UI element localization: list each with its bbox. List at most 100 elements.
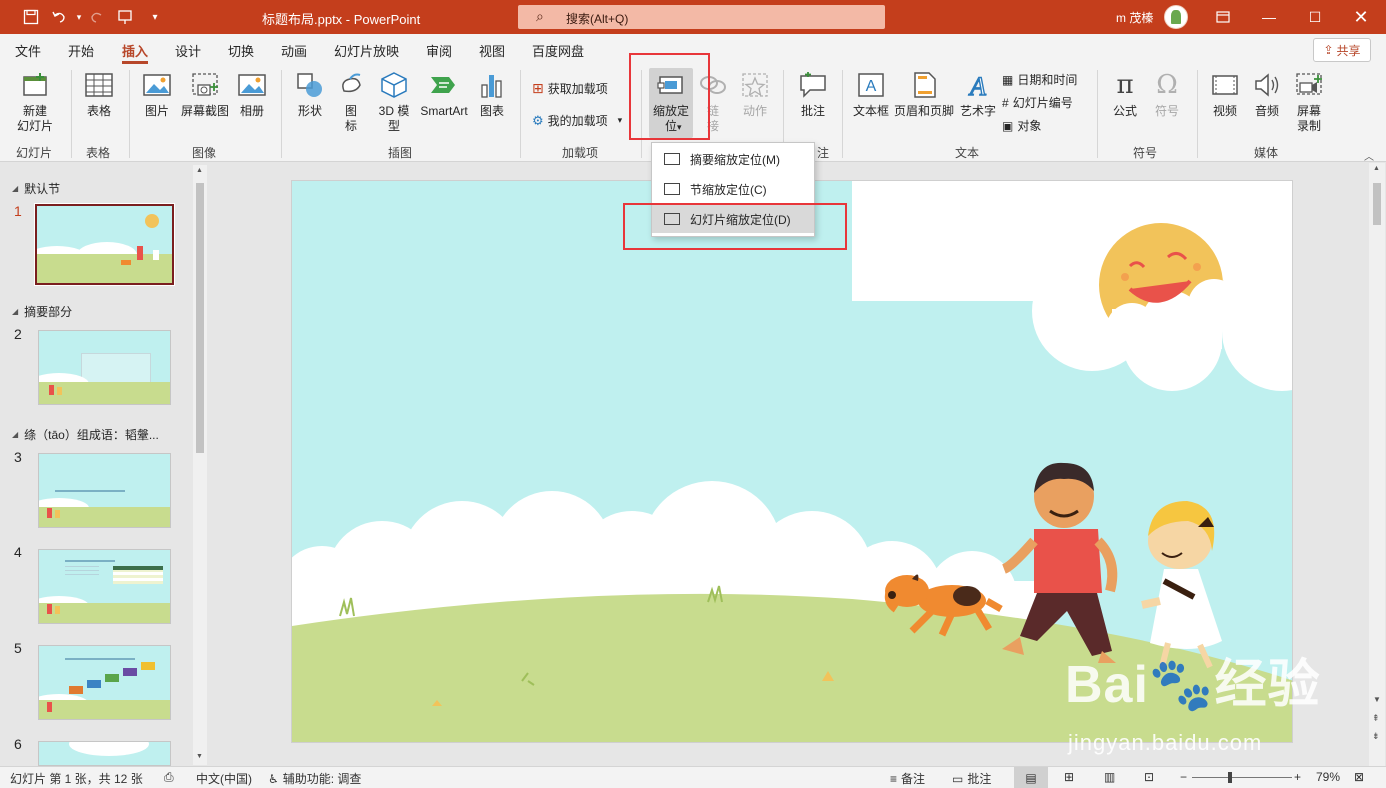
scrollbar-thumb[interactable] <box>196 183 204 453</box>
object-button[interactable]: ▣ 对象 <box>1002 117 1041 134</box>
zoom-level[interactable]: 79% <box>1316 770 1340 784</box>
group-label-symbols: 符号 <box>1133 146 1158 160</box>
zoom-in-button[interactable]: + <box>1294 770 1301 784</box>
slide-thumbnail-5[interactable] <box>38 645 171 720</box>
3d-model-button[interactable]: 3D 模 型 <box>374 70 414 134</box>
tab-slideshow[interactable]: 幻灯片放映 <box>334 41 399 60</box>
slides-pane-scrollbar[interactable]: ▲ ▼ <box>193 165 207 765</box>
window-title: 标题布局.pptx - PowerPoint <box>262 12 421 27</box>
tab-home[interactable]: 开始 <box>68 41 94 60</box>
equation-label: 公式 <box>1112 104 1137 118</box>
tab-file[interactable]: 文件 <box>15 41 41 60</box>
collapse-icon: ◢ <box>12 430 19 439</box>
group-separator <box>520 70 521 158</box>
date-time-button[interactable]: ▦ 日期和时间 <box>1002 71 1077 88</box>
accessibility-status[interactable]: ♿ 辅助功能: 调查 <box>268 770 361 787</box>
group-label-comments: 注 <box>817 146 830 160</box>
redo-icon[interactable] <box>86 6 108 28</box>
zoom-out-button[interactable]: − <box>1180 770 1187 784</box>
maximize-icon[interactable]: ☐ <box>1292 0 1338 34</box>
tab-view[interactable]: 视图 <box>479 41 505 60</box>
avatar[interactable] <box>1164 5 1188 29</box>
slide-sorter-button[interactable]: ⊞ <box>1064 770 1074 784</box>
summary-zoom-label: 摘要缩放定位(M) <box>690 152 780 167</box>
section-third[interactable]: ◢ 绦（tāo）组成语：韬鞶... <box>12 426 159 443</box>
chart-button[interactable]: 图表 <box>476 70 508 119</box>
normal-view-button[interactable]: ▤ <box>1014 767 1048 788</box>
video-button[interactable]: 视频 <box>1208 70 1242 119</box>
slide-number: 2 <box>14 326 22 342</box>
notes-button[interactable]: ≡ 备注 <box>890 770 925 787</box>
group-label-slides: 幻灯片 <box>16 146 53 160</box>
wordart-button[interactable]: A 艺术字 <box>958 70 998 119</box>
tab-baidu-netdisk[interactable]: 百度网盘 <box>532 41 584 60</box>
close-icon[interactable]: ✕ <box>1338 0 1384 34</box>
textbox-button[interactable]: A 文本框 <box>850 70 892 119</box>
tab-insert[interactable]: 插入 <box>122 41 148 60</box>
equation-button[interactable]: π 公式 <box>1108 70 1142 119</box>
tab-animations[interactable]: 动画 <box>281 41 307 60</box>
slide-thumbnail-2[interactable] <box>38 330 171 405</box>
new-slide-label: 新建 幻灯片 <box>16 104 53 133</box>
slide-thumbnail-6[interactable] <box>38 741 171 766</box>
reading-view-button[interactable]: ▥ <box>1104 770 1115 784</box>
audio-button[interactable]: 音频 <box>1250 70 1284 119</box>
scrollbar-thumb[interactable] <box>1373 183 1381 225</box>
spellcheck-icon[interactable]: ⎙ <box>164 770 174 785</box>
share-button[interactable]: ⇪ 共享 <box>1313 38 1371 62</box>
comment-button[interactable]: 批注 <box>796 70 830 119</box>
ribbon-display-icon[interactable] <box>1200 0 1246 34</box>
section-zoom-item[interactable]: 节缩放定位(C) <box>652 175 814 203</box>
search-box[interactable]: ⌕ 搜索(Alt+Q) <box>518 5 885 29</box>
slide-thumbnail-1[interactable] <box>34 203 175 286</box>
comments-button[interactable]: ▭ 批注 <box>952 770 991 787</box>
slide-thumbnail-4[interactable] <box>38 549 171 624</box>
slide-number-button[interactable]: # 幻灯片编号 <box>1002 94 1073 111</box>
slideshow-button[interactable]: ⊡ <box>1144 770 1154 784</box>
autosave-icon[interactable] <box>20 6 42 28</box>
omega-icon: Ω <box>1156 69 1178 100</box>
minimize-icon[interactable]: — <box>1246 0 1292 34</box>
undo-icon[interactable] <box>48 6 70 28</box>
textbox-icon: A <box>856 70 886 100</box>
album-button[interactable]: 相册 <box>234 70 270 119</box>
icons-button[interactable]: 图 标 <box>336 70 366 134</box>
customize-icon[interactable]: ▾ <box>144 6 166 28</box>
screen-recording-button[interactable]: 屏幕 录制 <box>1292 70 1326 134</box>
action-label: 动作 <box>742 104 767 118</box>
collapse-ribbon-icon[interactable]: ︿ <box>1364 148 1374 163</box>
tab-review[interactable]: 审阅 <box>426 41 452 60</box>
action-button[interactable]: 动作 <box>738 70 772 119</box>
picture-button[interactable]: 图片 <box>139 70 175 119</box>
symbol-button[interactable]: Ω 符号 <box>1150 70 1184 119</box>
summary-zoom-item[interactable]: 摘要缩放定位(M) <box>652 145 814 173</box>
video-icon <box>1210 70 1240 100</box>
user-name[interactable]: m 茂榛 <box>1116 9 1153 26</box>
zoom-slider-thumb[interactable] <box>1228 772 1232 783</box>
smartart-button[interactable]: SmartArt <box>416 70 472 119</box>
zoom-slider-track[interactable] <box>1192 777 1292 778</box>
language-status[interactable]: 中文(中国) <box>196 770 252 787</box>
group-label-table: 表格 <box>86 146 111 160</box>
slide-thumbnail-3[interactable] <box>38 453 171 528</box>
fit-to-window-icon[interactable]: ⊠ <box>1354 770 1364 784</box>
editing-area-scrollbar[interactable]: ▲ ▼ ⇞ ⇟ <box>1369 163 1385 766</box>
group-label-text: 文本 <box>955 146 980 160</box>
wordart-label: 艺术字 <box>959 104 996 118</box>
section-default[interactable]: ◢ 默认节 <box>12 180 60 197</box>
chevron-down-icon: ▾ <box>617 115 623 125</box>
screenshot-button[interactable]: 屏幕截图 <box>178 70 232 119</box>
table-button[interactable]: 表格 <box>80 70 118 119</box>
my-addins-button[interactable]: ⚙ 我的加载项 ▾ <box>532 112 622 129</box>
search-placeholder: 搜索(Alt+Q) <box>566 12 629 26</box>
shapes-button[interactable]: 形状 <box>292 70 328 119</box>
shapes-label: 形状 <box>297 104 322 118</box>
tab-transitions[interactable]: 切换 <box>228 41 254 60</box>
header-footer-button[interactable]: 页眉和页脚 <box>893 70 955 119</box>
section-summary[interactable]: ◢ 摘要部分 <box>12 303 72 320</box>
new-slide-button[interactable]: 新建 幻灯片 <box>10 70 60 134</box>
share-label: 共享 <box>1336 43 1361 58</box>
present-icon[interactable] <box>114 6 136 28</box>
tab-design[interactable]: 设计 <box>175 41 201 60</box>
get-addins-button[interactable]: ⊞ 获取加载项 <box>532 80 608 97</box>
